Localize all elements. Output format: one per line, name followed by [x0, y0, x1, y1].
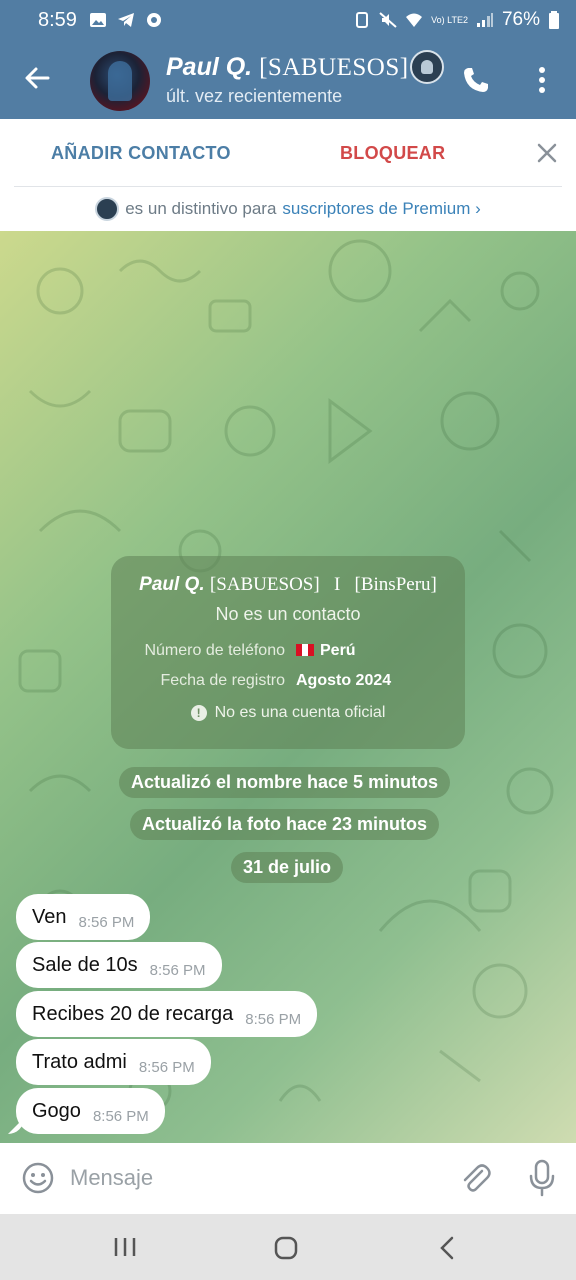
mute-icon: [379, 12, 397, 28]
close-icon[interactable]: [536, 142, 558, 164]
wifi-icon: [406, 13, 423, 27]
message-time: 8:56 PM: [78, 913, 135, 931]
mic-icon[interactable]: [527, 1159, 557, 1197]
system-nav-bar: [0, 1214, 576, 1280]
emoji-icon[interactable]: [21, 1161, 55, 1195]
service-photo-updated: Actualizó la foto hace 23 minutos: [130, 809, 440, 840]
info-card-title: Paul Q. [SABUESOS] I [BinsPeru]: [111, 574, 465, 596]
message-text: Sale de 10s: [32, 953, 138, 976]
block-button[interactable]: BLOQUEAR: [340, 143, 445, 164]
contact-name-tag: [SABUESOS]: [259, 54, 409, 81]
phone-label: Número de teléfono: [144, 642, 285, 659]
home-icon[interactable]: [274, 1236, 298, 1260]
message-bubble[interactable]: Ven 8:56 PM: [16, 894, 151, 940]
contact-name-text: Paul Q.: [166, 53, 253, 81]
attach-icon[interactable]: [458, 1161, 492, 1195]
service-name-updated: Actualizó el nombre hace 5 minutos: [119, 767, 451, 798]
message-bubble[interactable]: Trato admi 8:56 PM: [16, 1039, 211, 1085]
flag-peru-icon: [296, 644, 314, 656]
premium-badge-icon: [95, 197, 120, 221]
status-bar: 8:59 Vo) LTE2 76%: [0, 0, 576, 40]
info-card-name: Paul Q.: [139, 574, 205, 595]
phone-value: Perú: [296, 642, 356, 660]
aperture-notification-icon: [146, 13, 161, 27]
message-bubble[interactable]: Gogo 8:56 PM: [16, 1088, 165, 1134]
info-card-tags: [SABUESOS] I [BinsPeru]: [209, 574, 437, 595]
recent-apps-icon[interactable]: [112, 1236, 138, 1258]
chat-header: Paul Q. [SABUESOS] últ. vez recientement…: [0, 40, 576, 119]
telegram-notification-icon: [117, 13, 134, 27]
composer-bar: [0, 1143, 576, 1214]
message-time: 8:56 PM: [92, 1107, 149, 1125]
chat-area[interactable]: Paul Q. [SABUESOS] I [BinsPeru] No es un…: [0, 231, 576, 1143]
back-arrow-icon[interactable]: [22, 62, 54, 94]
action-bar: AÑADIR CONTACTO BLOQUEAR: [0, 119, 576, 187]
phone-value-text: Perú: [320, 642, 356, 659]
premium-notice-text: es un distintivo para: [125, 199, 277, 218]
battery-percent: 76%: [501, 9, 540, 30]
premium-link[interactable]: suscriptores de Premium ›: [282, 199, 480, 219]
last-seen-status: últ. vez recientemente: [166, 86, 343, 106]
date-separator: 31 de julio: [231, 852, 344, 883]
recycle-icon: [356, 12, 369, 28]
battery-icon: [549, 11, 559, 29]
message-text: Ven: [32, 905, 67, 928]
nav-back-icon[interactable]: [437, 1236, 457, 1260]
premium-notice[interactable]: es un distintivo para suscriptores de Pr…: [0, 187, 576, 231]
message-text: Recibes 20 de recarga: [32, 1002, 234, 1025]
status-time: 8:59: [38, 8, 77, 31]
warning-icon: !: [190, 705, 207, 721]
info-card-subtitle: No es un contacto: [215, 604, 361, 624]
gallery-notification-icon: [89, 13, 106, 27]
more-vert-icon[interactable]: [530, 65, 554, 95]
signal-icon: [476, 13, 493, 27]
premium-badge-icon[interactable]: [410, 50, 444, 84]
message-bubble[interactable]: Recibes 20 de recarga 8:56 PM: [16, 991, 318, 1037]
registered-label: Fecha de registro: [160, 672, 285, 689]
message-time: 8:56 PM: [149, 961, 206, 979]
message-input[interactable]: [70, 1161, 440, 1195]
message-text: Trato admi: [32, 1050, 127, 1073]
registered-value: Agosto 2024: [296, 672, 392, 689]
phone-icon[interactable]: [461, 65, 491, 95]
message-bubble[interactable]: Sale de 10s 8:56 PM: [16, 942, 222, 988]
official-notice-text: No es una cuenta oficial: [214, 704, 386, 721]
add-contact-button[interactable]: AÑADIR CONTACTO: [51, 143, 231, 164]
message-time: 8:56 PM: [138, 1058, 195, 1076]
network-type: Vo) LTE2: [431, 14, 468, 25]
message-time: 8:56 PM: [245, 1010, 302, 1028]
avatar[interactable]: [90, 51, 150, 111]
contact-info-card: Paul Q. [SABUESOS] I [BinsPeru] No es un…: [111, 556, 465, 749]
contact-name[interactable]: Paul Q. [SABUESOS]: [166, 53, 409, 82]
message-text: Gogo: [32, 1099, 81, 1122]
official-notice: ! No es una cuenta oficial: [111, 704, 465, 722]
